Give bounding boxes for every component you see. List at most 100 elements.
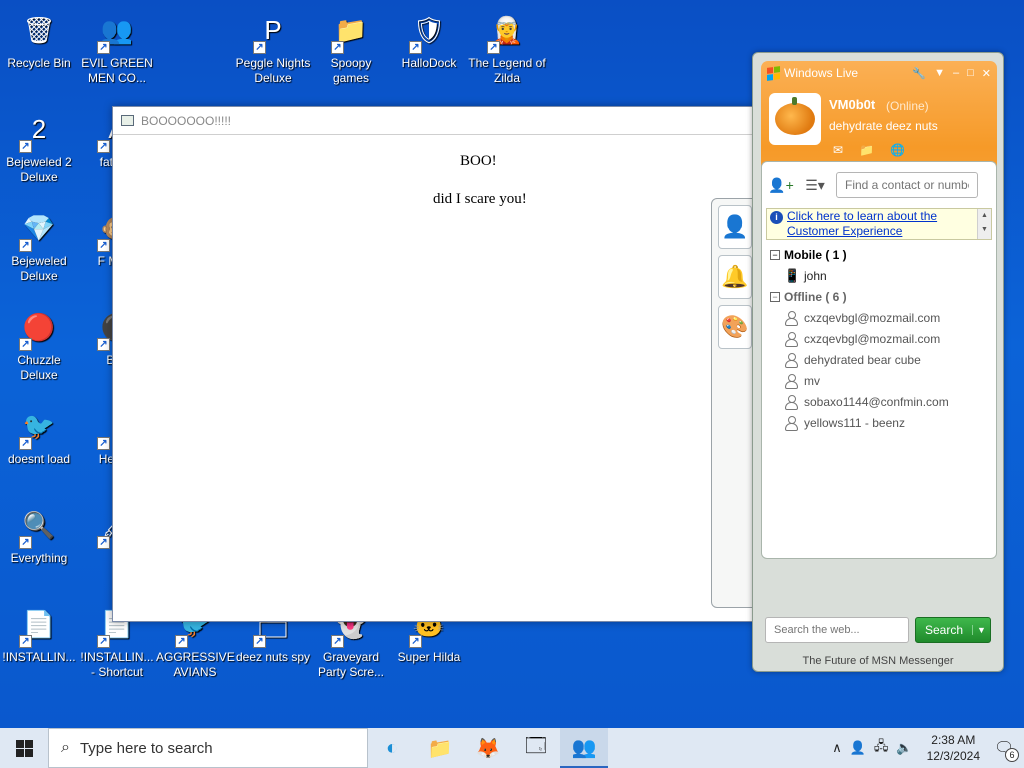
start-button[interactable] <box>0 728 48 768</box>
contact-name: cxzqevbgl@mozmail.com <box>804 331 941 346</box>
offline-contact-icon <box>784 352 798 368</box>
network-icon[interactable]: 🖧 <box>874 737 889 759</box>
boo-message: did I scare you! <box>433 191 527 207</box>
shortcut-arrow-icon: ↗ <box>97 437 110 450</box>
boo-window-title: BOOOOOOO!!!!! <box>141 113 232 128</box>
contact-item[interactable]: cxzqevbgl@mozmail.com <box>762 328 996 349</box>
desktop-icon[interactable]: 2 ↗ Bejeweled 2 Deluxe <box>0 107 78 185</box>
close-icon[interactable]: ✕ <box>982 67 991 80</box>
chevron-up-icon[interactable]: ∧ <box>832 740 842 756</box>
file-explorer-taskbar-icon[interactable]: 📁 <box>416 728 464 768</box>
boo-window: BOOOOOOO!!!!! BOO! did I scare you! <box>112 106 756 622</box>
shortcut-icon: 🔍 ↗ <box>17 503 61 549</box>
desktop-icon[interactable]: 📁 ↗ Spoopy games <box>312 8 390 86</box>
shortcut-icon: 🔴 ↗ <box>17 305 61 351</box>
mail-icon[interactable]: ✉ <box>833 143 843 157</box>
wrench-icon[interactable]: 🔧 <box>912 67 926 80</box>
app-window-taskbar-icon[interactable]: 🗔 <box>512 728 560 768</box>
desktop-icon-label: deez nuts spy <box>235 650 311 664</box>
shortcut-icon: 2 ↗ <box>17 107 61 153</box>
clock[interactable]: 2:38 AM 12/3/2024 <box>927 732 980 764</box>
boo-titlebar[interactable]: BOOOOOOO!!!!! <box>113 107 755 135</box>
messenger-taskbar-icon[interactable]: 👥 <box>560 728 608 768</box>
personal-message[interactable]: dehydrate deez nuts <box>829 119 938 133</box>
folder-icon[interactable]: 📁 <box>859 143 874 157</box>
contact-name: mv <box>804 373 820 388</box>
desktop-icon-label: HalloDock <box>401 56 457 70</box>
contact-group-header[interactable]: − Offline ( 6 ) <box>762 286 996 307</box>
contacts-tab-icon[interactable]: 👤 <box>718 205 752 249</box>
web-search-input[interactable] <box>765 617 909 643</box>
search-dropdown-icon[interactable]: ▼ <box>972 625 990 635</box>
games-tab-icon[interactable]: 🎨 <box>718 305 752 349</box>
edge-taskbar-icon[interactable]: ◐ <box>368 728 416 768</box>
shortcut-arrow-icon: ↗ <box>97 338 110 351</box>
offline-contact-icon <box>784 373 798 389</box>
contact-item[interactable]: yellows111 - beenz <box>762 412 996 433</box>
collapse-icon[interactable]: − <box>770 249 780 260</box>
contact-item[interactable]: 📱 john <box>762 265 996 286</box>
messenger-window: Windows Live 🔧 ▼ – □ ✕ VM0b0t (Online) d… <box>752 52 1004 672</box>
menu-arrow-icon[interactable]: ▼ <box>934 67 945 80</box>
desktop-icon[interactable]: 📄 ↗ !INSTALLIN... <box>0 602 78 665</box>
shortcut-arrow-icon: ↗ <box>175 635 188 648</box>
contact-item[interactable]: dehydrated bear cube <box>762 349 996 370</box>
contact-name: yellows111 - beenz <box>804 415 905 430</box>
desktop-icon[interactable]: 🔴 ↗ Chuzzle Deluxe <box>0 305 78 383</box>
shortcut-arrow-icon: ↗ <box>97 41 110 54</box>
shortcut-icon: 📁 ↗ <box>329 8 373 54</box>
desktop-icon-label: !INSTALLIN... - Shortcut <box>80 650 154 679</box>
shortcut-arrow-icon: ↗ <box>253 41 266 54</box>
windows-flag-icon <box>767 65 780 81</box>
desktop-icon-label: Chuzzle Deluxe <box>17 353 61 382</box>
shortcut-arrow-icon: ↗ <box>97 536 110 549</box>
volume-icon[interactable]: 🔈 <box>896 740 912 756</box>
notification-icon[interactable]: 🗨 6 <box>994 738 1019 762</box>
contact-item[interactable]: mv <box>762 370 996 391</box>
desktop-icon[interactable]: 🛡 ↗ HalloDock <box>390 8 468 71</box>
taskbar-search[interactable]: ⌕ Type here to search <box>48 728 368 768</box>
shortcut-icon: 🗑 <box>22 14 56 45</box>
desktop-icon[interactable]: 🐦 ↗ doesnt load <box>0 404 78 467</box>
list-options-icon[interactable]: ☰▾ <box>802 174 828 196</box>
shortcut-arrow-icon: ↗ <box>97 635 110 648</box>
desktop-icon[interactable]: 🗑 Recycle Bin <box>0 8 78 71</box>
messenger-tray-icon[interactable]: 👤 <box>850 740 866 756</box>
contact-item[interactable]: sobaxo1144@confmin.com <box>762 391 996 412</box>
search-button[interactable]: Search ▼ <box>915 617 991 643</box>
add-contact-icon[interactable]: 👤+ <box>768 174 794 196</box>
status-dropdown[interactable]: (Online) <box>886 99 929 113</box>
collapse-icon[interactable]: − <box>770 291 780 302</box>
desktop-icon[interactable]: 🧝 ↗ The Legend of Zilda <box>468 8 546 86</box>
search-button-label: Search <box>924 623 964 637</box>
shortcut-icon: 🛡 ↗ <box>407 8 451 54</box>
desktop-icon[interactable]: 👥 ↗ EVIL GREEN MEN CO... <box>78 8 156 86</box>
desktop-icon-label: !INSTALLIN... <box>2 650 76 664</box>
shortcut-arrow-icon: ↗ <box>253 635 266 648</box>
group-name: Offline ( 6 ) <box>784 289 847 304</box>
alerts-tab-icon[interactable]: 🔔 <box>718 255 752 299</box>
msn-today-icon[interactable]: 🌐 <box>890 143 905 157</box>
offline-contact-icon <box>784 310 798 326</box>
firefox-taskbar-icon[interactable]: 🦊 <box>464 728 512 768</box>
shortcut-arrow-icon: ↗ <box>331 635 344 648</box>
desktop-icon[interactable]: 💎 ↗ Bejeweled Deluxe <box>0 206 78 284</box>
find-contact-input[interactable] <box>836 172 978 198</box>
contact-item[interactable]: cxzqevbgl@mozmail.com <box>762 307 996 328</box>
contact-group-header[interactable]: − Mobile ( 1 ) <box>762 244 996 265</box>
shortcut-icon: 🐦 ↗ <box>17 404 61 450</box>
avatar[interactable] <box>769 93 821 145</box>
search-icon: ⌕ <box>61 739 70 756</box>
maximize-icon[interactable]: □ <box>967 67 974 80</box>
desktop-icon[interactable]: 🔍 ↗ Everything <box>0 503 78 566</box>
shortcut-arrow-icon: ↗ <box>19 635 32 648</box>
display-name[interactable]: VM0b0t <box>829 97 875 112</box>
desktop-icon[interactable]: P ↗ Peggle Nights Deluxe <box>234 8 312 86</box>
customer-experience-link[interactable]: Click here to learn about the Customer E… <box>787 209 991 239</box>
desktop-icon-label: Peggle Nights Deluxe <box>235 56 311 85</box>
system-tray: ∧ 👤 🖧 🔈 2:38 AM 12/3/2024 🗨 6 <box>832 732 1024 764</box>
info-scrollbar[interactable]: ▲ ▼ <box>977 209 991 239</box>
minimize-icon[interactable]: – <box>953 67 959 80</box>
shortcut-icon: 👥 ↗ <box>95 8 139 54</box>
offline-contact-icon <box>784 331 798 347</box>
